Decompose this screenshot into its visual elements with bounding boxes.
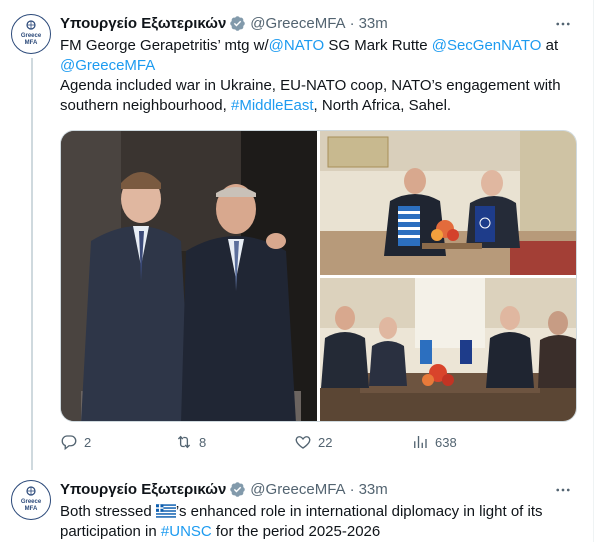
view-count: 638 (435, 434, 457, 450)
views-button[interactable]: 638 (411, 433, 457, 451)
photo-grid (60, 130, 577, 422)
text-segment: at (541, 37, 559, 54)
photo-delegation-table[interactable] (320, 278, 576, 421)
ministry-logo: Greece MFA (14, 483, 48, 517)
author-name[interactable]: Υπουργείο Εξωτερικών (60, 481, 226, 498)
verified-badge-icon (229, 15, 246, 32)
separator-dot: · (349, 14, 355, 32)
repost-count: 8 (199, 434, 207, 450)
reply-icon (61, 435, 77, 451)
more-icon[interactable] (553, 14, 573, 34)
tweet-text: FM George Gerapetritis’ mtg w/@NATO SG M… (60, 36, 581, 116)
avatar[interactable]: Greece MFA (11, 14, 51, 54)
tweet-text: Both stressed ’s enhanced role in intern… (60, 502, 581, 542)
author-handle[interactable]: @GreeceMFA (250, 481, 345, 498)
verified-badge-icon (229, 481, 246, 498)
reply-button[interactable]: 2 (60, 433, 91, 451)
tweet-content: Υπουργείο Εξωτερικών @GreeceMFA · 33m Bo… (60, 478, 581, 542)
text-segment: , North Africa, Sahel. (313, 97, 452, 114)
tweet-content: Υπουργείο Εξωτερικών @GreeceMFA · 33m FM… (60, 12, 581, 116)
separator-dot: · (349, 480, 355, 498)
text-segment: SG Mark Rutte (324, 37, 432, 54)
tweet-header: Υπουργείο Εξωτερικών @GreeceMFA · 33m (60, 12, 581, 34)
hashtag-unsc[interactable]: #UNSC (161, 523, 212, 540)
reply-count: 2 (84, 434, 92, 450)
repost-button[interactable]: 8 (175, 433, 206, 451)
text-segment: for the period 2025-2026 (211, 523, 381, 540)
timestamp[interactable]: 33m (359, 481, 388, 498)
photo-seated-meeting[interactable] (320, 131, 576, 275)
avatar[interactable]: Greece MFA (11, 480, 51, 520)
views-icon (414, 436, 427, 448)
like-count: 22 (318, 434, 333, 450)
more-icon[interactable] (553, 480, 573, 500)
avatar-text-line1: Greece (21, 33, 42, 39)
avatar-text-line2: MFA (25, 506, 38, 512)
like-icon (295, 436, 311, 449)
mention-nato[interactable]: @NATO (269, 37, 325, 54)
mention-secgennato[interactable]: @SecGenNATO (432, 37, 542, 54)
repost-icon (177, 435, 191, 449)
mention-greecemfa[interactable]: @GreeceMFA (60, 57, 155, 74)
avatar-text-line2: MFA (25, 40, 38, 46)
tweet[interactable]: Greece MFA Υπουργείο Εξωτερικών @GreeceM… (0, 0, 593, 470)
photo-handshake[interactable] (61, 131, 317, 421)
text-segment: FM George Gerapetritis’ mtg w/ (60, 37, 269, 54)
like-button[interactable]: 22 (294, 433, 332, 451)
timestamp[interactable]: 33m (359, 15, 388, 32)
tweet-header: Υπουργείο Εξωτερικών @GreeceMFA · 33m (60, 478, 581, 500)
author-name[interactable]: Υπουργείο Εξωτερικών (60, 15, 226, 32)
text-segment: Both stressed (60, 503, 156, 520)
tweet-actions: 2 8 22 638 (60, 433, 490, 455)
author-handle[interactable]: @GreeceMFA (250, 15, 345, 32)
greek-flag-icon (155, 504, 176, 518)
ministry-logo: Greece MFA (14, 17, 48, 51)
tweet[interactable]: Greece MFA Υπουργείο Εξωτερικών @GreeceM… (0, 470, 593, 542)
timeline-border (593, 0, 594, 542)
avatar-text-line1: Greece (21, 499, 42, 505)
hashtag-middleeast[interactable]: #MiddleEast (231, 97, 314, 114)
